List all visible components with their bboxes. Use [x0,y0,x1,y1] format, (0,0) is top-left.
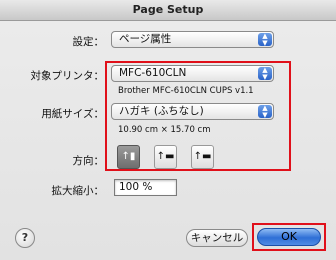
orientation-landscape-right-button[interactable]: ↑▬ [191,145,214,169]
orientation-landscape-left-button[interactable]: ↑▬ [154,145,177,169]
popup-arrows-icon: ▲ ▼ [258,105,272,118]
orientation-portrait-button[interactable]: ↑▮ [117,145,140,169]
paper-size-label: 用紙サイズ： [41,108,104,120]
printer-popup-value: MFC-610CLN [119,67,187,79]
printer-label: 対象プリンタ： [30,70,105,82]
scale-label: 拡大縮小： [51,185,105,197]
settings-label: 設定： [72,36,105,48]
settings-popup[interactable]: ページ属性 ▲ ▼ [111,31,274,48]
help-button[interactable]: ? [15,228,35,248]
orientation-label: 方向： [72,155,105,167]
window-title: Page Setup [0,0,336,21]
popup-arrows-icon: ▲ ▼ [258,67,272,80]
paper-dimensions: 10.90 cm × 15.70 cm [118,125,211,135]
portrait-orientation-icon: ↑▮ [121,151,136,162]
settings-popup-value: ページ属性 [119,33,172,45]
landscape-right-orientation-icon: ↑▬ [193,151,212,162]
paper-size-popup-value: ハガキ (ふちなし) [119,105,204,117]
ok-button[interactable]: OK [257,228,321,246]
cancel-button[interactable]: キャンセル [186,229,248,247]
scale-input[interactable]: 100 % [114,179,177,196]
landscape-left-orientation-icon: ↑▬ [156,151,175,162]
page-setup-dialog: Page Setup 設定： ページ属性 ▲ ▼ 対象プリンタ： MFC-610C… [0,0,336,260]
paper-size-popup[interactable]: ハガキ (ふちなし) ▲ ▼ [111,103,274,120]
popup-arrows-icon: ▲ ▼ [258,33,272,46]
printer-detail: Brother MFC-610CLN CUPS v1.1 [118,86,254,96]
printer-popup[interactable]: MFC-610CLN ▲ ▼ [111,65,274,82]
